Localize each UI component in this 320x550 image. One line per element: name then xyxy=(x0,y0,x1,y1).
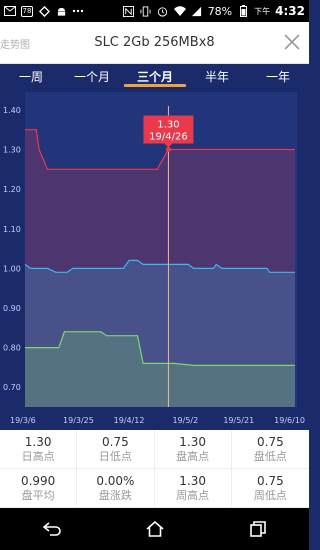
signal-icon xyxy=(191,5,203,17)
page-title: SLC 2Gb 256MBx8 xyxy=(94,35,215,50)
alarm-icon xyxy=(157,5,169,17)
back-icon xyxy=(42,522,61,536)
back-button[interactable] xyxy=(32,514,72,544)
x-tick-label: 19/3/25 xyxy=(63,416,94,425)
active-tab-indicator xyxy=(124,84,186,87)
stat-week-high: 1.30 周高点 xyxy=(154,469,232,508)
status-left: 78 xyxy=(4,5,84,17)
y-tick-label: 1.00 xyxy=(3,264,21,273)
stat-value: 1.30 xyxy=(179,473,206,488)
cursor-point xyxy=(165,147,171,153)
stat-value: 1.30 xyxy=(179,434,206,449)
x-tick-label: 19/5/21 xyxy=(223,416,254,425)
title-bar: 走势图 SLC 2Gb 256MBx8 xyxy=(0,22,309,64)
tab-half-year[interactable]: 半年 xyxy=(194,68,240,85)
y-axis: 1.40 1.30 1.20 1.10 1.00 0.90 0.80 0.70 xyxy=(3,106,21,392)
y-tick-label: 1.40 xyxy=(3,106,21,115)
mail-icon xyxy=(4,5,16,17)
notification-badge: 78 xyxy=(21,5,33,17)
time-prefix: 下午 xyxy=(254,6,271,16)
status-bar: 78 78% 下午 4:32 xyxy=(0,0,309,22)
stat-week-low: 0.75 周低点 xyxy=(231,469,309,508)
period-tabs: 一周 一个月 三个月 半年 一年 xyxy=(0,64,309,92)
stat-day-high: 1.30 日高点 xyxy=(0,430,78,469)
stat-session-change: 0.00% 盘涨跌 xyxy=(77,469,155,508)
status-right: 78% 下午 4:32 xyxy=(123,4,305,18)
x-tick-label: 19/6/10 xyxy=(274,416,305,425)
chart-svg[interactable]: HighLowAvg. 1.401.301.201.101.000.900.80… xyxy=(0,92,309,430)
stat-session-low: 0.75 盘低点 xyxy=(231,430,309,469)
y-tick-label: 1.20 xyxy=(3,185,21,194)
x-tick-label: 19/3/6 xyxy=(10,416,36,425)
recents-icon xyxy=(249,521,266,537)
stat-label: 盘平均 xyxy=(21,488,55,502)
stat-label: 周低点 xyxy=(253,488,287,502)
battery-icon xyxy=(237,5,249,17)
wifi-icon xyxy=(173,5,186,17)
stat-value: 0.990 xyxy=(20,473,56,488)
x-axis: 19/3/6 19/3/25 19/4/12 19/5/2 19/5/21 19/6/10 xyxy=(10,416,305,425)
tooltip-date: 19/4/26 xyxy=(149,132,188,143)
stat-label: 盘低点 xyxy=(253,449,287,463)
stat-label: 日高点 xyxy=(21,449,55,463)
y-tick-label: 1.30 xyxy=(3,146,21,155)
header-left-text: 走势图 xyxy=(0,40,30,51)
battery-text: 78% xyxy=(207,4,233,18)
home-button[interactable] xyxy=(135,514,175,544)
y-tick-label: 0.80 xyxy=(3,344,21,353)
android-icon xyxy=(55,5,67,17)
close-button[interactable] xyxy=(283,33,301,51)
y-tick-label: 1.10 xyxy=(3,225,21,234)
stat-value: 0.75 xyxy=(257,434,284,449)
status-time: 4:32 xyxy=(275,4,305,18)
recents-button[interactable] xyxy=(238,514,278,544)
stat-session-average: 0.990 盘平均 xyxy=(0,469,78,508)
tab-week[interactable]: 一周 xyxy=(8,68,54,85)
stat-value: 0.75 xyxy=(102,434,129,449)
price-chart[interactable]: HighLowAvg. 1.401.301.201.101.000.900.80… xyxy=(0,92,309,430)
tab-one-month[interactable]: 一个月 xyxy=(66,68,118,85)
system-nav-bar xyxy=(0,508,309,550)
stat-value: 1.30 xyxy=(24,434,52,449)
stat-day-low: 0.75 日低点 xyxy=(77,430,155,469)
y-tick-label: 0.90 xyxy=(3,304,21,313)
stat-label: 周高点 xyxy=(176,488,210,502)
stat-value: 0.75 xyxy=(257,473,284,488)
close-icon xyxy=(284,34,300,50)
tab-one-year[interactable]: 一年 xyxy=(255,68,301,85)
x-tick-label: 19/4/12 xyxy=(114,416,145,425)
stat-label: 日低点 xyxy=(98,449,132,463)
nfc-icon xyxy=(123,5,135,17)
stat-label: 盘涨跌 xyxy=(98,488,132,502)
home-icon xyxy=(145,521,164,537)
sync-icon xyxy=(38,5,50,17)
stat-session-high: 1.30 盘高点 xyxy=(154,430,232,469)
stat-value: 0.00% xyxy=(96,473,135,488)
more-dots-icon xyxy=(72,5,84,17)
stat-label: 盘高点 xyxy=(176,449,210,463)
stats-grid: 1.30 日高点 0.75 日低点 1.30 盘高点 0.75 盘低点 0.99… xyxy=(0,430,309,508)
x-tick-label: 19/5/2 xyxy=(172,416,198,425)
tab-three-months[interactable]: 三个月 xyxy=(128,68,182,85)
tooltip-value: 1.30 xyxy=(157,120,179,131)
vibrate-icon xyxy=(140,5,152,17)
y-tick-label: 0.70 xyxy=(3,383,21,392)
